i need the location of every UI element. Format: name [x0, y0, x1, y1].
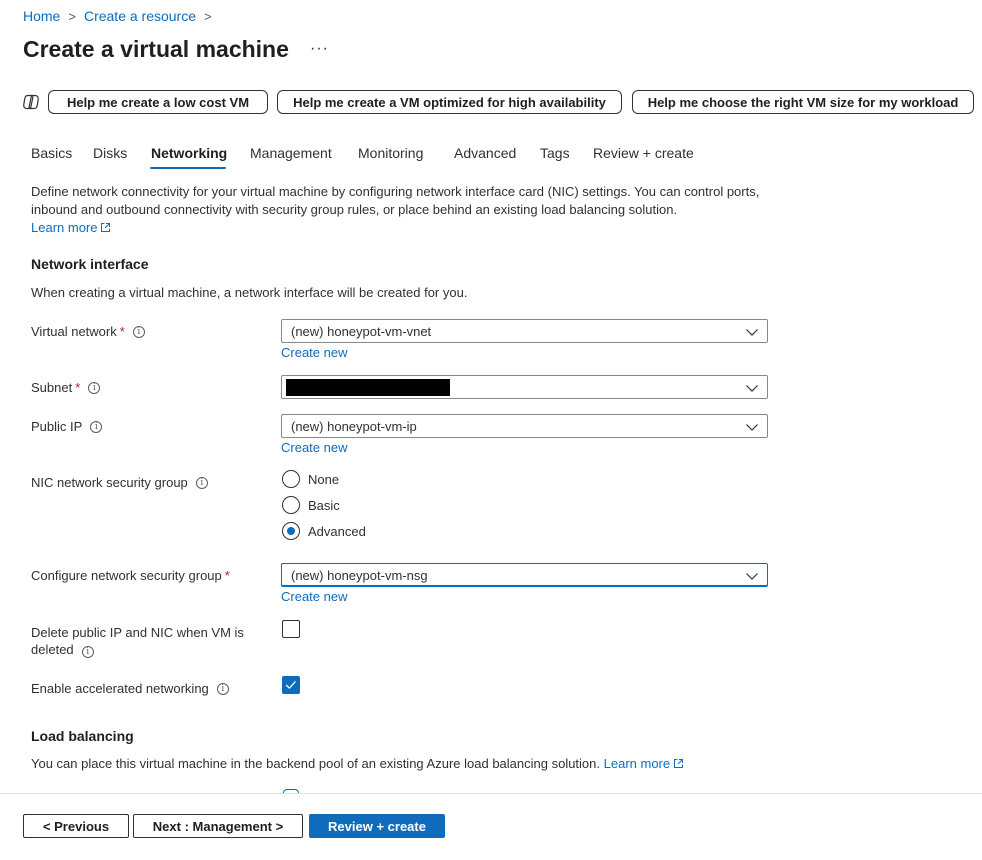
networking-description: Define network connectivity for your vir…: [31, 183, 791, 237]
required-marker: *: [119, 324, 125, 339]
high-availability-vm-button[interactable]: Help me create a VM optimized for high a…: [277, 90, 622, 114]
tab-disks[interactable]: Disks: [93, 145, 127, 161]
networking-description-text: Define network connectivity for your vir…: [31, 184, 760, 217]
delete-public-ip-label-line1: Delete public IP and NIC when VM is: [31, 625, 244, 640]
chevron-down-icon: [746, 573, 758, 580]
checkmark-icon: [285, 681, 296, 689]
external-link-icon: [674, 759, 684, 768]
virtual-network-select[interactable]: (new) honeypot-vm-vnet: [281, 319, 768, 343]
tab-monitoring[interactable]: Monitoring: [358, 145, 423, 161]
chevron-down-icon: [746, 329, 758, 336]
previous-button[interactable]: < Previous: [23, 814, 129, 838]
tab-tags[interactable]: Tags: [540, 145, 570, 161]
radio-label: Basic: [308, 497, 340, 513]
create-new-vnet-link[interactable]: Create new: [281, 345, 347, 360]
info-icon[interactable]: i: [216, 682, 229, 695]
radio-button[interactable]: [282, 496, 300, 514]
virtual-network-label: Virtual network * i: [31, 324, 145, 339]
breadcrumb: Home > Create a resource >: [23, 8, 220, 24]
required-marker: *: [224, 568, 230, 583]
load-balancing-description: You can place this virtual machine in th…: [31, 756, 684, 771]
tab-management[interactable]: Management: [250, 145, 332, 161]
subnet-select[interactable]: [281, 375, 768, 399]
chevron-right-icon: >: [204, 8, 212, 24]
active-tab-indicator: [150, 167, 226, 169]
create-new-public-ip-link[interactable]: Create new: [281, 440, 347, 455]
delete-public-ip-label: Delete public IP and NIC when VM is dele…: [31, 624, 244, 658]
public-ip-label-text: Public IP: [31, 419, 83, 434]
redacted-value: [286, 379, 450, 396]
create-new-nsg-link[interactable]: Create new: [281, 589, 347, 604]
nsg-option-basic[interactable]: Basic: [282, 496, 340, 514]
external-link-icon: [101, 223, 111, 232]
configure-nsg-label-text: Configure network security group: [31, 568, 222, 583]
configure-nsg-label: Configure network security group *: [31, 568, 230, 583]
radio-label: None: [308, 471, 340, 487]
accelerated-networking-label-text: Enable accelerated networking: [31, 681, 209, 696]
copilot-icon: [23, 94, 39, 110]
footer-divider: [0, 793, 982, 794]
nic-nsg-label: NIC network security group i: [31, 475, 208, 490]
load-balancing-heading: Load balancing: [31, 728, 134, 744]
chevron-right-icon: >: [68, 8, 76, 24]
breadcrumb-create-resource-link[interactable]: Create a resource: [84, 8, 196, 24]
tab-basics[interactable]: Basics: [31, 145, 72, 161]
public-ip-select[interactable]: (new) honeypot-vm-ip: [281, 414, 768, 438]
configure-nsg-value: (new) honeypot-vm-nsg: [291, 567, 428, 583]
low-cost-vm-button[interactable]: Help me create a low cost VM: [48, 90, 268, 114]
virtual-network-value: (new) honeypot-vm-vnet: [291, 323, 432, 339]
more-options-button[interactable]: ···: [310, 40, 329, 58]
configure-nsg-select[interactable]: (new) honeypot-vm-nsg: [281, 563, 768, 587]
accelerated-networking-checkbox[interactable]: [282, 676, 300, 694]
info-icon[interactable]: i: [81, 646, 94, 658]
subnet-label: Subnet * i: [31, 380, 101, 395]
delete-public-ip-label-line2: deleted: [31, 642, 74, 657]
next-management-button[interactable]: Next : Management >: [133, 814, 303, 838]
learn-more-link[interactable]: Learn more: [31, 220, 111, 235]
vm-size-help-button[interactable]: Help me choose the right VM size for my …: [632, 90, 974, 114]
info-icon[interactable]: i: [132, 325, 145, 338]
radio-button[interactable]: [282, 470, 300, 488]
load-balancing-learn-more-link[interactable]: Learn more: [604, 756, 684, 771]
chevron-down-icon: [746, 385, 758, 392]
nsg-option-none[interactable]: None: [282, 470, 339, 488]
network-interface-heading: Network interface: [31, 256, 149, 272]
network-interface-description: When creating a virtual machine, a netwo…: [31, 285, 468, 300]
virtual-network-label-text: Virtual network: [31, 324, 117, 339]
chevron-down-icon: [746, 424, 758, 431]
required-marker: *: [75, 380, 81, 395]
accelerated-networking-label: Enable accelerated networking i: [31, 681, 229, 696]
tab-networking[interactable]: Networking: [151, 145, 227, 161]
radio-button-selected[interactable]: [282, 522, 300, 540]
load-balancing-description-text: You can place this virtual machine in th…: [31, 756, 601, 771]
nic-nsg-label-text: NIC network security group: [31, 475, 188, 490]
public-ip-label: Public IP i: [31, 419, 103, 434]
page-title: Create a virtual machine: [23, 36, 289, 62]
breadcrumb-home-link[interactable]: Home: [23, 8, 60, 24]
info-icon[interactable]: i: [195, 476, 208, 489]
info-icon[interactable]: i: [88, 381, 101, 394]
public-ip-value: (new) honeypot-vm-ip: [291, 418, 417, 434]
radio-label: Advanced: [308, 523, 366, 539]
tab-advanced[interactable]: Advanced: [454, 145, 516, 161]
nsg-option-advanced[interactable]: Advanced: [282, 522, 366, 540]
info-icon[interactable]: i: [90, 420, 103, 433]
subnet-label-text: Subnet: [31, 380, 73, 395]
delete-public-ip-checkbox[interactable]: [282, 620, 300, 638]
review-create-button[interactable]: Review + create: [309, 814, 445, 838]
tab-review-create[interactable]: Review + create: [593, 145, 694, 161]
